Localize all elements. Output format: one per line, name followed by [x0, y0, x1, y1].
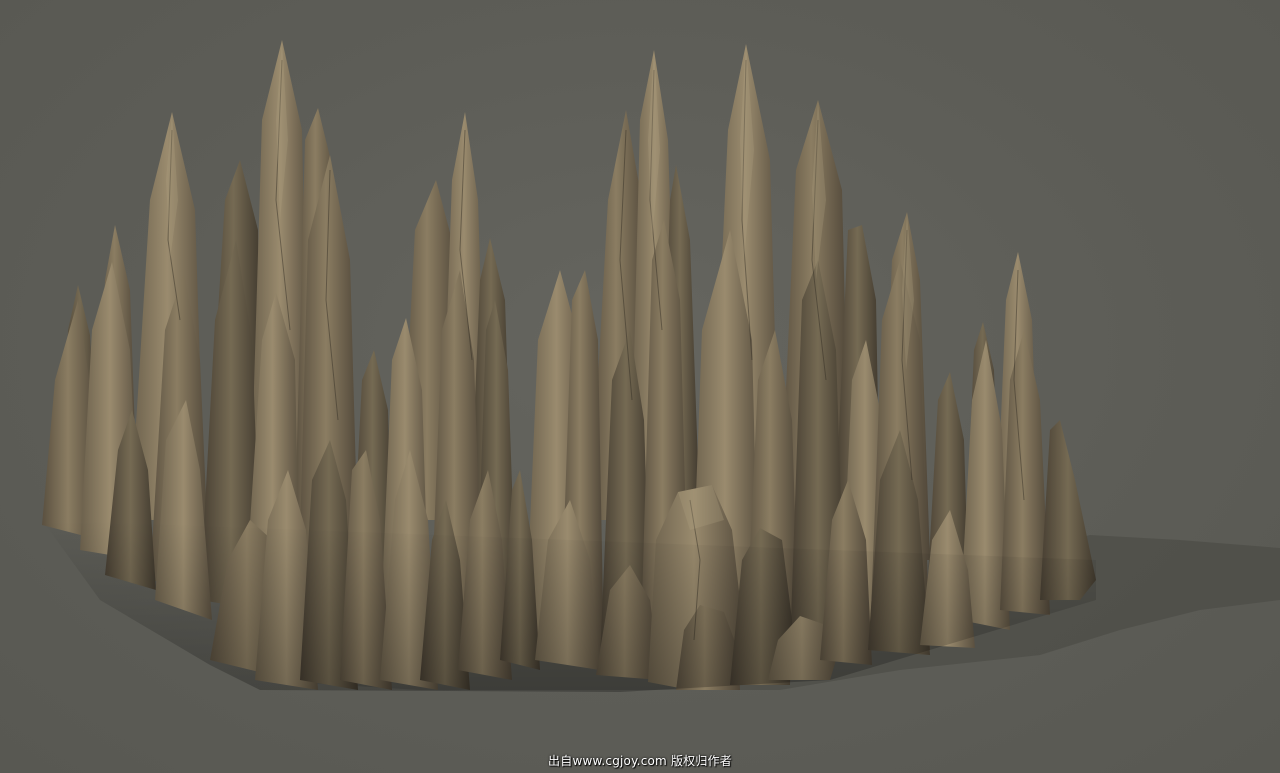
rock-spire-cluster: [42, 40, 1280, 692]
render-viewport: 出自www.cgjoy.com 版权归作者: [0, 0, 1280, 773]
watermark-text: 出自www.cgjoy.com 版权归作者: [548, 754, 732, 768]
